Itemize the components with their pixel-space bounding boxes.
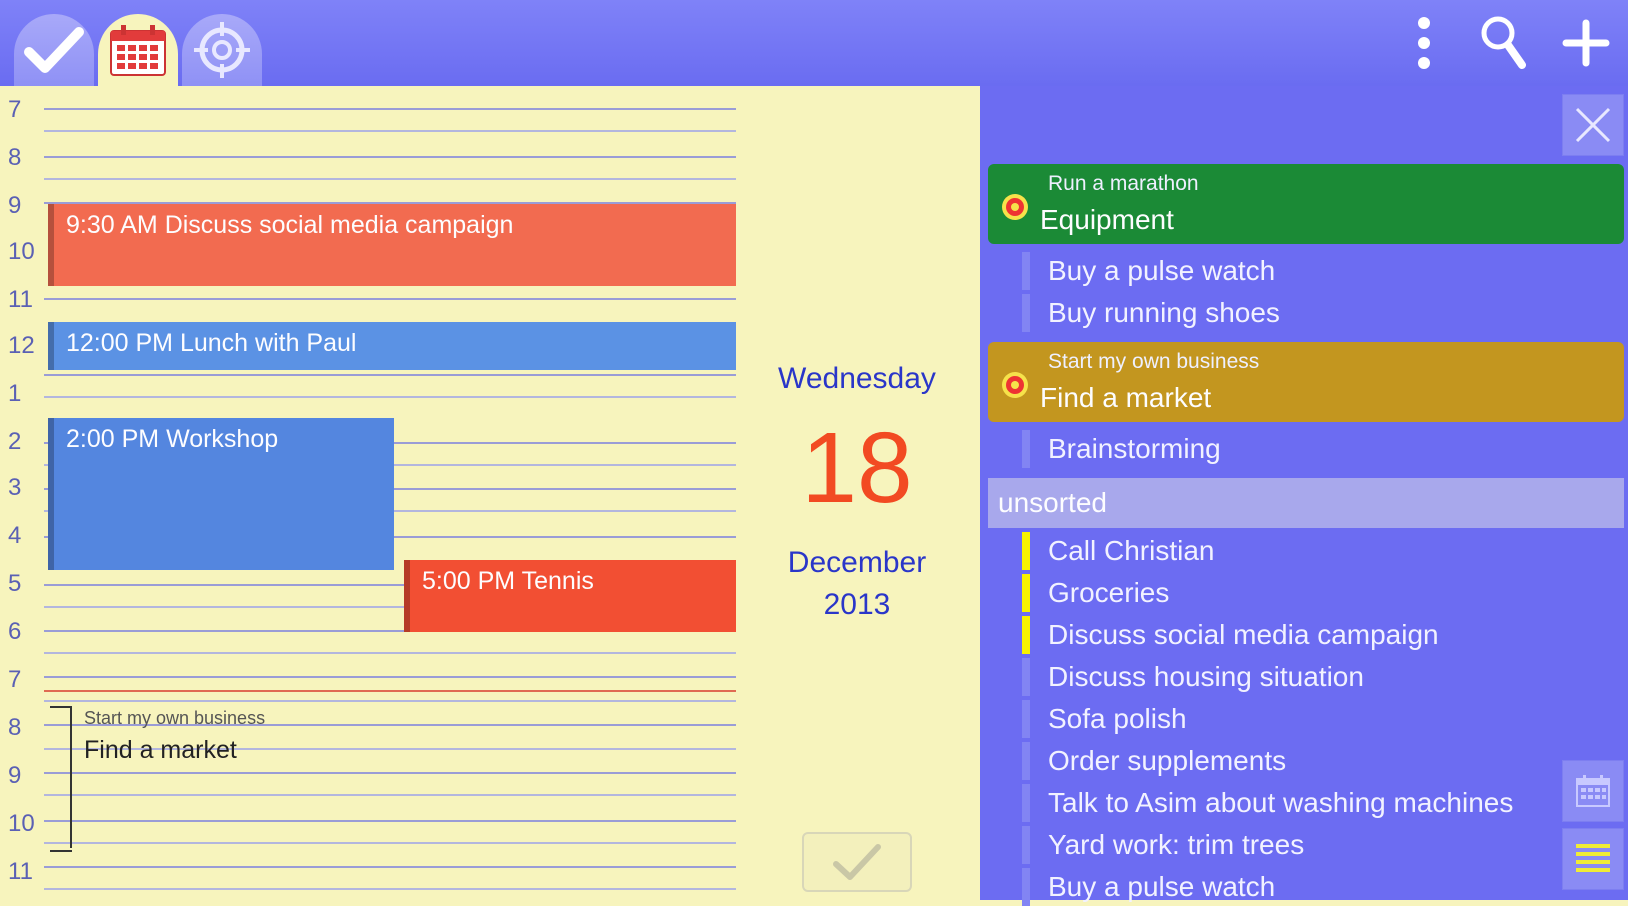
hour-label: 8 bbox=[8, 144, 22, 171]
scheduled-goal-parent: Start my own business bbox=[84, 708, 266, 728]
hour-label: 5 bbox=[8, 570, 22, 597]
checkmark-icon bbox=[833, 844, 881, 880]
tab-goals[interactable] bbox=[182, 14, 262, 86]
event-time: 9:30 AM bbox=[66, 211, 158, 239]
date-month: December bbox=[787, 546, 927, 579]
task-item[interactable]: Sofa polish bbox=[1022, 700, 1582, 738]
hour-line bbox=[44, 676, 736, 678]
schedule-view-button[interactable] bbox=[1562, 760, 1624, 822]
hour-label: 12 bbox=[8, 332, 35, 359]
event-block[interactable]: 9:30 AM Discuss social media campaign bbox=[48, 204, 736, 286]
hour-label: 9 bbox=[8, 762, 22, 789]
task-item[interactable]: Buy a pulse watch bbox=[1022, 868, 1582, 906]
scheduled-goal-name[interactable]: Find a market bbox=[84, 736, 237, 765]
hour-label: 11 bbox=[8, 286, 33, 313]
task-item[interactable]: Buy a pulse watch bbox=[1022, 252, 1582, 290]
hour-label: 8 bbox=[8, 714, 22, 741]
event-title: Lunch with Paul bbox=[179, 329, 357, 357]
date-day: 18 bbox=[801, 412, 913, 524]
task-item[interactable]: Brainstorming bbox=[1022, 430, 1582, 468]
calendar-icon bbox=[110, 25, 166, 76]
half-hour-line bbox=[44, 396, 736, 398]
event-title: Tennis bbox=[521, 567, 594, 595]
hour-label: 11 bbox=[8, 858, 33, 885]
goal-title: Equipment bbox=[1040, 204, 1174, 235]
goal-bracket bbox=[50, 706, 72, 852]
event-block[interactable]: 2:00 PM Workshop bbox=[48, 418, 394, 570]
task-item[interactable]: Talk to Asim about washing machines bbox=[1022, 784, 1582, 822]
hour-label: 7 bbox=[8, 96, 22, 123]
half-hour-line bbox=[44, 700, 736, 702]
hour-line bbox=[44, 866, 736, 868]
done-button[interactable] bbox=[802, 832, 912, 892]
mini-calendar-icon bbox=[1576, 775, 1610, 807]
hour-label: 3 bbox=[8, 474, 22, 501]
task-item[interactable]: Order supplements bbox=[1022, 742, 1582, 780]
close-panel-button[interactable] bbox=[1562, 94, 1624, 156]
goal-title: Find a market bbox=[1040, 382, 1212, 413]
hour-label: 2 bbox=[8, 428, 22, 455]
hour-label: 10 bbox=[8, 238, 35, 265]
top-toolbar bbox=[0, 0, 1628, 86]
tab-calendar[interactable] bbox=[98, 14, 178, 86]
hour-label: 1 bbox=[8, 380, 22, 407]
unsorted-header[interactable]: unsorted bbox=[988, 478, 1624, 528]
task-item[interactable]: Discuss housing situation bbox=[1022, 658, 1582, 696]
event-block[interactable]: 12:00 PM Lunch with Paul bbox=[48, 322, 736, 370]
goal-header-equipment[interactable]: Run a marathon Equipment bbox=[988, 164, 1624, 244]
half-hour-line bbox=[44, 652, 736, 654]
task-item[interactable]: Yard work: trim trees bbox=[1022, 826, 1582, 864]
current-time-line bbox=[44, 690, 736, 692]
hour-line bbox=[44, 374, 736, 376]
goal-header-find-a-market[interactable]: Start my own business Find a market bbox=[988, 342, 1624, 422]
hour-label: 7 bbox=[8, 666, 22, 693]
hour-line bbox=[44, 820, 736, 822]
hour-line bbox=[44, 298, 736, 300]
hour-label: 10 bbox=[8, 810, 35, 837]
event-title: Discuss social media campaign bbox=[164, 211, 514, 239]
hour-label: 6 bbox=[8, 618, 22, 645]
event-time: 5:00 PM bbox=[422, 567, 516, 595]
half-hour-line bbox=[44, 888, 736, 890]
list-view-button[interactable] bbox=[1562, 828, 1624, 890]
target-icon bbox=[194, 22, 250, 78]
task-item[interactable]: Buy running shoes bbox=[1022, 294, 1582, 332]
date-weekday: Wednesday bbox=[778, 362, 936, 395]
hour-label: 9 bbox=[8, 192, 22, 219]
overflow-menu-button[interactable] bbox=[1394, 12, 1454, 74]
tab-tasks[interactable] bbox=[14, 14, 94, 86]
task-item[interactable]: Groceries bbox=[1022, 574, 1582, 612]
date-year: 2013 bbox=[823, 588, 891, 621]
goal-bracket-line bbox=[70, 706, 72, 848]
event-time: 12:00 PM bbox=[66, 329, 174, 357]
add-icon bbox=[1562, 19, 1610, 67]
goal-target-icon bbox=[1002, 372, 1028, 398]
hour-line bbox=[44, 772, 736, 774]
event-time: 2:00 PM bbox=[66, 425, 160, 453]
hour-label: 4 bbox=[8, 522, 22, 549]
hour-line bbox=[44, 108, 736, 110]
goal-target-icon bbox=[1002, 194, 1028, 220]
half-hour-line bbox=[44, 130, 736, 132]
search-button[interactable] bbox=[1474, 12, 1534, 74]
event-block[interactable]: 5:00 PM Tennis bbox=[404, 560, 736, 632]
goal-parent-label: Run a marathon bbox=[1048, 172, 1199, 195]
half-hour-line bbox=[44, 178, 736, 180]
task-item[interactable]: Call Christian bbox=[1022, 532, 1582, 570]
search-icon bbox=[1481, 16, 1526, 69]
overflow-menu-icon bbox=[1418, 17, 1430, 69]
add-button[interactable] bbox=[1556, 12, 1616, 74]
checkmark-icon bbox=[24, 27, 84, 73]
half-hour-line bbox=[44, 794, 736, 796]
close-icon bbox=[1575, 107, 1611, 143]
list-icon bbox=[1576, 844, 1610, 872]
goal-parent-label: Start my own business bbox=[1048, 350, 1260, 373]
event-title: Workshop bbox=[166, 425, 279, 453]
hour-line bbox=[44, 156, 736, 158]
half-hour-line bbox=[44, 842, 736, 844]
task-item[interactable]: Discuss social media campaign bbox=[1022, 616, 1582, 654]
